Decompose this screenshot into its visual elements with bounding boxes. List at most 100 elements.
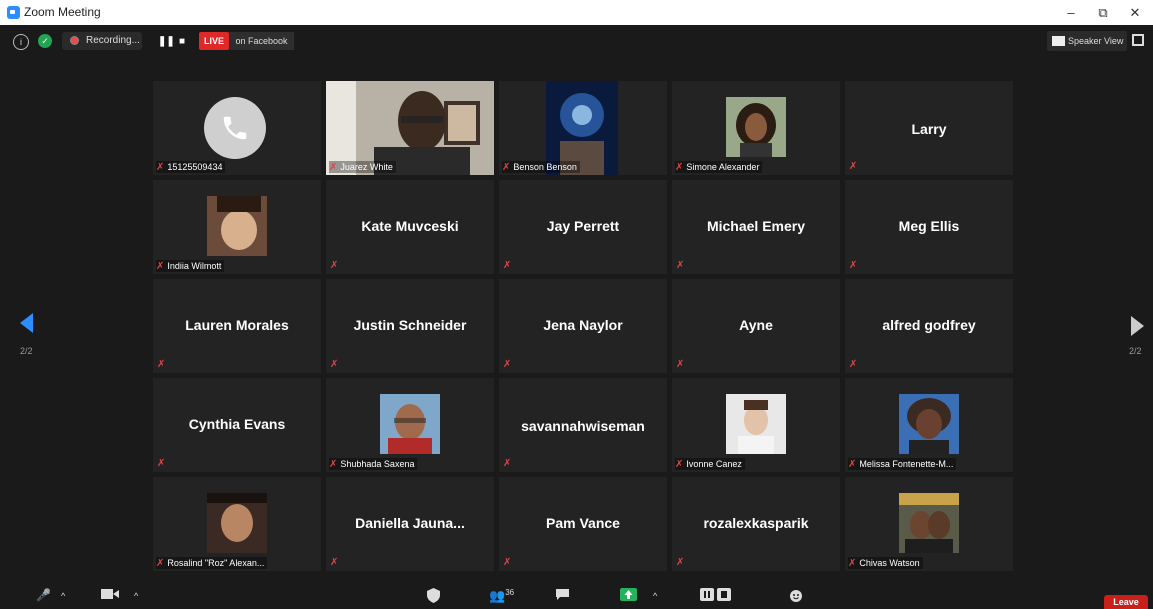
recording-indicator: Recording... <box>62 32 142 50</box>
unmute-button[interactable]: 🎤 <box>36 588 51 602</box>
participant-tile[interactable]: Cynthia Evans ✗ <box>153 378 321 472</box>
share-screen-icon <box>620 588 637 601</box>
participant-tile[interactable]: ✗ Rosalind "Roz" Alexan... <box>153 477 321 571</box>
participant-tile[interactable]: Michael Emery ✗ <box>672 180 840 274</box>
speaker-view-label: Speaker View <box>1068 36 1124 46</box>
muted-mic-icon: ✗ <box>156 558 165 569</box>
participant-tile[interactable]: Lauren Morales ✗ <box>153 279 321 373</box>
muted-mic-icon: ✗ <box>849 161 858 172</box>
minimize-button[interactable]: – <box>1056 3 1086 23</box>
chat-bubble-icon <box>556 589 569 600</box>
participant-name-label: ✗ 15125509434 <box>156 161 226 173</box>
muted-mic-icon: ✗ <box>503 260 512 271</box>
live-badge[interactable]: LIVE <box>199 32 229 50</box>
participant-tile[interactable]: ✗ Ivonne Canez <box>672 378 840 472</box>
security-button[interactable] <box>427 588 440 606</box>
previous-page-arrow-icon[interactable] <box>20 313 33 333</box>
participant-name-label: ✗ Ivonne Canez <box>675 458 745 470</box>
participant-count: 36 <box>505 588 515 597</box>
pause-recording-button[interactable]: ❚❚ <box>158 36 175 47</box>
participant-tile[interactable]: ✗ Juarez White <box>326 81 494 175</box>
start-video-button[interactable] <box>101 588 119 603</box>
participant-name-label: ✗ Simone Alexander <box>675 161 763 173</box>
speaker-view-icon <box>1052 36 1065 46</box>
participant-display-name: Jay Perrett <box>546 218 620 234</box>
participant-display-name: Daniella Jauna... <box>355 515 465 531</box>
live-destination[interactable]: on Facebook <box>229 32 294 50</box>
muted-mic-icon: ✗ <box>675 459 684 470</box>
record-button[interactable] <box>700 588 732 604</box>
participant-name-label: ✗ Benson Benson <box>502 161 580 173</box>
participant-tile[interactable]: Justin Schneider ✗ <box>326 279 494 373</box>
participant-tile[interactable]: Pam Vance ✗ <box>499 477 667 571</box>
muted-mic-icon: ✗ <box>330 359 339 370</box>
meeting-info-icon[interactable]: i <box>13 34 29 50</box>
participant-tile[interactable]: ✗ Melissa Fontenette-M... <box>845 378 1013 472</box>
participant-tile[interactable]: ✗ Simone Alexander <box>672 81 840 175</box>
participant-display-name: Larry <box>911 121 947 137</box>
participant-tile[interactable]: Jena Naylor ✗ <box>499 279 667 373</box>
encryption-shield-icon[interactable]: ✓ <box>38 34 52 48</box>
participant-tile[interactable]: Ayne ✗ <box>672 279 840 373</box>
participant-tile[interactable]: ✗ Benson Benson <box>499 81 667 175</box>
close-button[interactable]: ✕ <box>1120 3 1150 23</box>
smiley-reaction-icon <box>790 590 802 602</box>
window-title: Zoom Meeting <box>24 5 101 19</box>
recording-label: Recording... <box>86 35 140 46</box>
participant-tile[interactable]: Daniella Jauna... ✗ <box>326 477 494 571</box>
audio-options-chevron-icon[interactable]: ^ <box>61 591 65 601</box>
participant-tile[interactable]: ✗ Chivas Watson <box>845 477 1013 571</box>
speaker-view-button[interactable]: Speaker View <box>1047 31 1127 51</box>
reactions-button[interactable] <box>789 588 804 606</box>
muted-mic-icon: ✗ <box>330 260 339 271</box>
page-indicator-right: 2/2 <box>1129 346 1142 356</box>
chat-button[interactable] <box>555 588 570 604</box>
participants-button[interactable]: 👥36 <box>489 588 514 604</box>
share-options-chevron-icon[interactable]: ^ <box>653 591 657 601</box>
participant-display-name: Kate Muvceski <box>361 218 459 234</box>
record-pause-stop-icon <box>700 588 731 601</box>
muted-mic-icon: ✗ <box>503 359 512 370</box>
participant-display-name: alfred godfrey <box>882 317 976 333</box>
muted-mic-icon: ✗ <box>676 260 685 271</box>
participant-display-name: Lauren Morales <box>185 317 289 333</box>
zoom-logo-icon <box>7 6 20 19</box>
muted-mic-icon: ✗ <box>157 458 166 469</box>
participant-avatar <box>726 97 786 157</box>
muted-mic-icon: ✗ <box>157 359 166 370</box>
participant-tile[interactable]: ✗ Shubhada Saxena <box>326 378 494 472</box>
participant-tile[interactable]: Meg Ellis ✗ <box>845 180 1013 274</box>
muted-mic-icon: ✗ <box>849 260 858 271</box>
video-camera-icon <box>101 589 119 599</box>
participant-tile[interactable]: rozalexkasparik ✗ <box>672 477 840 571</box>
restore-button[interactable]: ⧉ <box>1088 3 1118 23</box>
participant-tile[interactable]: ✗ Indiia Wilmott <box>153 180 321 274</box>
phone-avatar <box>204 97 266 159</box>
next-page-arrow-icon[interactable] <box>1131 316 1144 336</box>
participant-tile[interactable]: Kate Muvceski ✗ <box>326 180 494 274</box>
muted-mic-icon: ✗ <box>329 162 338 173</box>
muted-mic-icon: ✗ <box>503 557 512 568</box>
muted-mic-icon: ✗ <box>849 359 858 370</box>
participant-avatar <box>726 394 786 454</box>
participant-tile[interactable]: Larry ✗ <box>845 81 1013 175</box>
participant-display-name: Michael Emery <box>706 218 806 234</box>
participant-tile[interactable]: savannahwiseman ✗ <box>499 378 667 472</box>
participant-name-label: ✗ Melissa Fontenette-M... <box>848 458 957 470</box>
participant-tile[interactable]: Jay Perrett ✗ <box>499 180 667 274</box>
phone-icon <box>223 116 247 140</box>
stop-recording-button[interactable]: ■ <box>179 36 185 47</box>
participant-display-name: Cynthia Evans <box>188 416 286 432</box>
participant-tile[interactable]: ✗ 15125509434 <box>153 81 321 175</box>
muted-mic-icon: ✗ <box>330 557 339 568</box>
share-screen-button[interactable] <box>620 588 637 604</box>
participant-avatar <box>899 394 959 454</box>
participant-display-name: Jena Naylor <box>543 317 623 333</box>
gallery-grid: ✗ 15125509434 ✗ Juarez White ✗ Benson Benso… <box>153 81 1013 571</box>
video-options-chevron-icon[interactable]: ^ <box>134 591 138 601</box>
fullscreen-icon[interactable] <box>1132 34 1144 46</box>
participant-display-name: Pam Vance <box>546 515 620 531</box>
participant-tile[interactable]: alfred godfrey ✗ <box>845 279 1013 373</box>
muted-mic-icon: ✗ <box>848 558 857 569</box>
participant-name-label: ✗ Chivas Watson <box>848 557 923 569</box>
